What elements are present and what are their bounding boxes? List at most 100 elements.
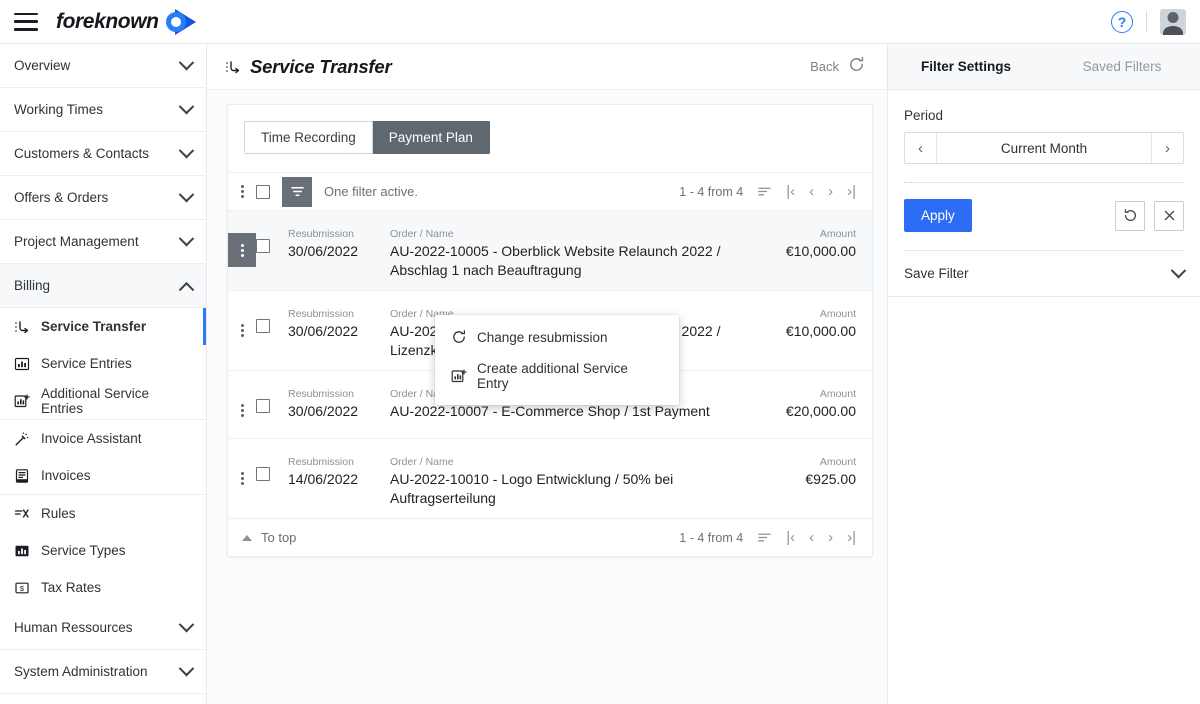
select-all-checkbox[interactable] — [256, 184, 270, 199]
row-checkbox[interactable] — [256, 467, 270, 481]
sidebar-item-tax-rates[interactable]: $ Tax Rates — [0, 569, 206, 606]
sidebar-group-offers-orders[interactable]: Offers & Orders — [0, 176, 206, 220]
content-area: Service Transfer Back Time Recording Pay — [207, 44, 888, 704]
sort-icon[interactable] — [757, 530, 772, 545]
sidebar-item-service-entries[interactable]: Service Entries — [0, 345, 206, 382]
tab-time-recording[interactable]: Time Recording — [244, 121, 373, 154]
row-more-options-icon[interactable] — [228, 461, 256, 495]
column-header-amount: Amount — [819, 228, 856, 240]
last-page-icon[interactable]: ›| — [847, 530, 856, 545]
first-page-icon[interactable]: |‹ — [786, 184, 795, 199]
sidebar-item-rules[interactable]: Rules — [0, 495, 206, 532]
page-header: Service Transfer Back — [207, 44, 887, 90]
apply-button[interactable]: Apply — [904, 199, 972, 232]
sidebar-group-system-administration[interactable]: System Administration — [0, 650, 206, 694]
foreknown-logo-icon — [165, 8, 196, 35]
period-value[interactable]: Current Month — [937, 133, 1151, 163]
table-footer: To top 1 - 4 from 4 |‹ ‹ › ›| — [228, 518, 872, 556]
filter-status-text: One filter active. — [324, 184, 418, 199]
service-transfer-icon — [14, 319, 30, 335]
clear-x-icon[interactable] — [1154, 200, 1184, 231]
column-header-amount: Amount — [819, 456, 856, 468]
row-more-options-icon[interactable] — [228, 393, 256, 427]
page-title: Service Transfer — [250, 55, 392, 77]
cell-resubmission: Resubmission 30/06/2022 — [288, 301, 380, 341]
filter-panel: Filter Settings Saved Filters Period ‹ C… — [888, 44, 1200, 704]
bar-chart-icon — [14, 356, 30, 372]
save-filter-label: Save Filter — [904, 266, 969, 281]
view-toggle-group: Time Recording Payment Plan — [244, 121, 490, 154]
cell-value: €10,000.00 — [785, 323, 856, 339]
tab-payment-plan[interactable]: Payment Plan — [372, 121, 490, 154]
next-page-icon[interactable]: › — [828, 184, 833, 199]
column-header-order-name: Order / Name — [390, 228, 454, 240]
reset-icon[interactable] — [1115, 200, 1145, 231]
save-filter-section[interactable]: Save Filter — [888, 251, 1200, 297]
cell-amount: Amount €20,000.00 — [726, 381, 856, 421]
sidebar-group-label: Working Times — [14, 102, 104, 117]
sidebar-group-human-ressources[interactable]: Human Ressources — [0, 606, 206, 650]
cell-value: 30/06/2022 — [288, 323, 359, 339]
chevron-down-icon — [178, 98, 195, 115]
refresh-icon[interactable] — [848, 56, 865, 78]
sidebar-item-additional-service-entries[interactable]: Additional Service Entries — [0, 382, 206, 419]
sidebar-group-customers-contacts[interactable]: Customers & Contacts — [0, 132, 206, 176]
chevron-down-icon — [178, 230, 195, 247]
column-header-order-name: Order / Name — [390, 456, 454, 468]
filter-icon[interactable] — [282, 176, 312, 207]
to-top-button[interactable]: To top — [242, 530, 296, 545]
sidebar-item-invoices[interactable]: Invoices — [0, 457, 206, 494]
row-checkbox[interactable] — [256, 319, 270, 333]
period-next-icon[interactable]: › — [1151, 133, 1183, 163]
back-button[interactable]: Back — [810, 59, 839, 74]
toolbar-more-options-icon[interactable] — [228, 173, 256, 211]
sidebar-item-service-types[interactable]: Service Types — [0, 532, 206, 569]
column-header-resubmission: Resubmission — [288, 228, 354, 240]
sidebar-group-working-times[interactable]: Working Times — [0, 88, 206, 132]
tab-saved-filters[interactable]: Saved Filters — [1044, 59, 1200, 74]
table-pagination: 1 - 4 from 4 |‹ ‹ › ›| — [679, 184, 856, 199]
row-checkbox[interactable] — [256, 239, 270, 253]
sidebar-item-label: Additional Service Entries — [41, 385, 150, 416]
cell-value: AU-2022-10010 - Logo Entwicklung / 50% b… — [390, 471, 674, 506]
last-page-icon[interactable]: ›| — [847, 184, 856, 199]
first-page-icon[interactable]: |‹ — [786, 530, 795, 545]
cell-resubmission: Resubmission 30/06/2022 — [288, 381, 380, 421]
caret-up-icon — [242, 534, 252, 541]
next-page-icon[interactable]: › — [828, 530, 833, 545]
column-header-amount: Amount — [819, 388, 856, 400]
sidebar-group-project-management[interactable]: Project Management — [0, 220, 206, 264]
sidebar-group-billing[interactable]: Billing — [0, 264, 206, 308]
row-more-options-icon[interactable] — [228, 313, 256, 347]
cell-order-name: Order / Name AU-2022-10005 - Oberblick W… — [390, 221, 726, 280]
row-checkbox[interactable] — [256, 399, 270, 413]
sidebar-item-invoice-assistant[interactable]: Invoice Assistant — [0, 420, 206, 457]
row-context-menu: Change resubmission Create additional Se… — [435, 315, 679, 405]
service-transfer-icon — [225, 59, 241, 75]
context-menu-item-change-resubmission[interactable]: Change resubmission — [435, 321, 679, 353]
brand-logo-group[interactable]: foreknown — [56, 8, 196, 35]
period-previous-icon[interactable]: ‹ — [905, 133, 937, 163]
sidebar: Overview Working Times Customers & Conta… — [0, 44, 207, 704]
chevron-down-icon — [178, 616, 195, 633]
period-label: Period — [904, 108, 944, 123]
cell-value: 14/06/2022 — [288, 471, 359, 487]
table-toolbar: One filter active. 1 - 4 from 4 |‹ ‹ › ›… — [228, 172, 872, 210]
help-icon[interactable]: ? — [1111, 10, 1133, 33]
table-row[interactable]: Resubmission 14/06/2022 Order / Name AU-… — [228, 438, 872, 518]
context-menu-item-create-additional-service-entry[interactable]: Create additional Service Entry — [435, 353, 679, 399]
sort-icon[interactable] — [757, 184, 772, 199]
table-row[interactable]: Resubmission 30/06/2022 Order / Name AU-… — [228, 210, 872, 290]
previous-page-icon[interactable]: ‹ — [809, 184, 814, 199]
change-resubmission-icon — [451, 329, 467, 345]
avatar[interactable] — [1160, 8, 1186, 35]
sidebar-item-service-transfer[interactable]: Service Transfer — [0, 308, 206, 345]
filter-panel-actions: Apply — [904, 199, 1184, 232]
period-stepper: ‹ Current Month › — [904, 132, 1184, 164]
sidebar-group-overview[interactable]: Overview — [0, 44, 206, 88]
previous-page-icon[interactable]: ‹ — [809, 530, 814, 545]
hamburger-menu-icon[interactable] — [14, 12, 38, 31]
row-more-options-icon[interactable] — [228, 233, 256, 267]
context-menu-item-label: Change resubmission — [477, 329, 608, 345]
tab-filter-settings[interactable]: Filter Settings — [888, 59, 1044, 74]
